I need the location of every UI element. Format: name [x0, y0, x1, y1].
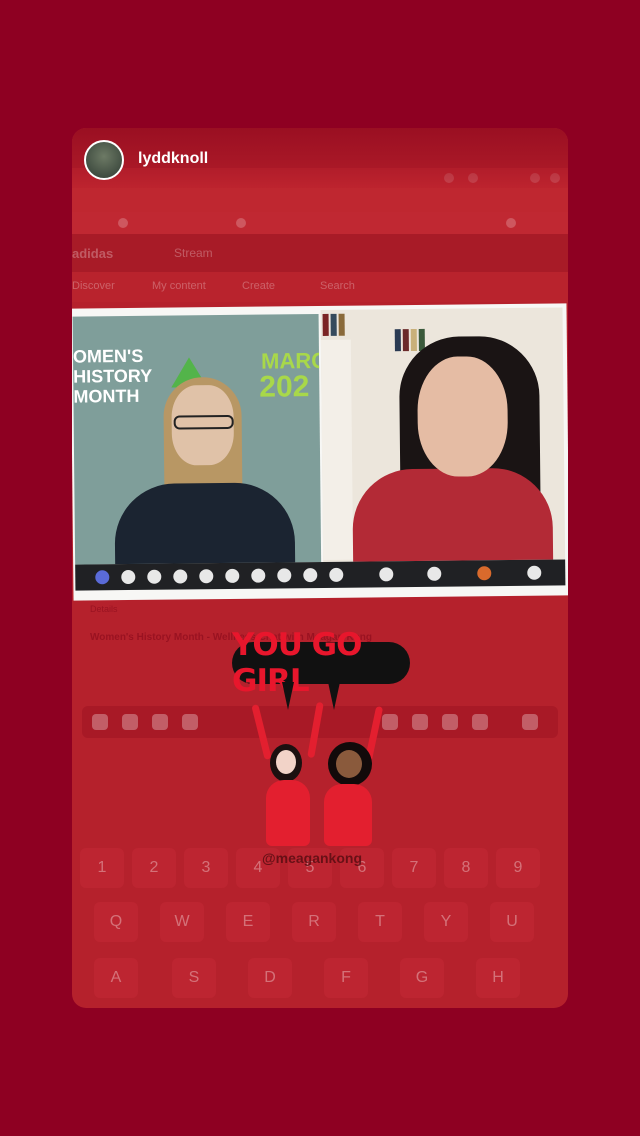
bookshelf — [394, 329, 401, 352]
app-icon[interactable] — [522, 714, 538, 730]
bookshelf — [338, 313, 345, 336]
bookmarks-bar — [72, 212, 568, 234]
app-icon[interactable] — [122, 714, 138, 730]
bookshelf — [410, 328, 417, 352]
brand-logo: adidas — [72, 246, 114, 261]
bookshelf — [322, 313, 329, 336]
story-header: lyddknoll — [72, 128, 568, 188]
speech-bubble: YOU GO GIRL — [232, 627, 410, 699]
app-icon[interactable] — [472, 714, 488, 730]
participant-thumbnail[interactable] — [379, 567, 394, 582]
key: Q — [94, 902, 138, 942]
participant-thumbnail[interactable] — [225, 568, 240, 583]
speech-bubble-tail — [328, 682, 340, 710]
app-name: Stream — [174, 246, 213, 260]
bookmark-icon[interactable] — [236, 218, 246, 228]
participant-video — [114, 482, 296, 565]
app-icon[interactable] — [182, 714, 198, 730]
girl-illustration — [324, 784, 372, 846]
participant-thumbnail[interactable] — [121, 569, 136, 585]
participant-thumbnail[interactable] — [147, 569, 162, 584]
bookmark-icon[interactable] — [506, 218, 516, 228]
girl-illustration — [251, 703, 272, 761]
app-nav: Discover My content Create Search — [72, 272, 568, 302]
participant-video — [173, 414, 234, 430]
nav-item-my-content[interactable]: My content — [152, 280, 206, 292]
bookshelf — [320, 339, 354, 560]
participant-tile-right — [320, 307, 566, 562]
section-label: Details — [90, 604, 118, 614]
girl-illustration — [276, 750, 296, 774]
nav-item-discover[interactable]: Discover — [72, 280, 115, 292]
bookmark-icon[interactable] — [118, 218, 128, 228]
girl-illustration — [336, 750, 362, 778]
participant-video — [352, 467, 554, 562]
speech-bubble-tail — [282, 682, 294, 710]
sticker-text: YOU GO GIRL — [232, 627, 362, 699]
key: 2 — [132, 848, 176, 888]
participant-thumbnail[interactable] — [277, 568, 292, 583]
event-banner-text: OMEN'S — [72, 345, 144, 367]
participant-thumbnail[interactable] — [95, 570, 110, 585]
key: G — [400, 958, 444, 998]
key: 8 — [444, 848, 488, 888]
key: S — [172, 958, 216, 998]
key: U — [490, 902, 534, 942]
app-icon[interactable] — [442, 714, 458, 730]
nav-item-search[interactable]: Search — [320, 280, 355, 292]
girl-illustration — [307, 701, 324, 759]
story-card: adidas Stream Discover My content Create… — [72, 128, 568, 1008]
participant-thumbnail[interactable] — [329, 567, 344, 582]
key: D — [248, 958, 292, 998]
key: T — [358, 902, 402, 942]
key: A — [94, 958, 138, 998]
participant-thumbnail[interactable] — [303, 568, 318, 583]
key: E — [226, 902, 270, 942]
participant-thumbnail[interactable] — [527, 565, 542, 580]
key: R — [292, 902, 336, 942]
key: F — [324, 958, 368, 998]
nav-item-create[interactable]: Create — [242, 280, 275, 292]
key: Y — [424, 902, 468, 942]
app-icon[interactable] — [412, 714, 428, 730]
participant-thumbnail[interactable] — [251, 568, 266, 583]
app-icon[interactable] — [92, 714, 108, 730]
bookshelf — [330, 313, 337, 336]
event-banner-text: MONTH — [73, 385, 140, 407]
participant-thumbnail[interactable] — [477, 566, 492, 581]
key: 9 — [496, 848, 540, 888]
app-icon[interactable] — [152, 714, 168, 730]
video-call-panel: OMEN'S HISTORY MONTH MARC 202 — [72, 303, 568, 601]
call-participants-bar — [75, 559, 566, 591]
key: 3 — [184, 848, 228, 888]
app-header: adidas Stream — [72, 234, 568, 272]
bookshelf — [402, 329, 409, 352]
event-banner-text: HISTORY — [73, 365, 153, 387]
participant-tile-left: OMEN'S HISTORY MONTH MARC 202 — [72, 314, 322, 565]
key: W — [160, 902, 204, 942]
key: H — [476, 958, 520, 998]
participant-thumbnail[interactable] — [173, 569, 188, 584]
participant-thumbnail[interactable] — [199, 569, 214, 584]
avatar[interactable] — [84, 140, 124, 180]
mention-sticker[interactable]: @meagankong — [262, 850, 362, 866]
username[interactable]: lyddknoll — [138, 150, 208, 168]
participant-video — [417, 356, 509, 477]
girl-illustration — [266, 780, 310, 846]
address-bar[interactable] — [72, 188, 568, 212]
you-go-girl-sticker[interactable]: YOU GO GIRL — [232, 627, 412, 868]
participant-thumbnail[interactable] — [427, 566, 442, 581]
event-date-text: 202 — [259, 370, 310, 404]
key: 1 — [80, 848, 124, 888]
